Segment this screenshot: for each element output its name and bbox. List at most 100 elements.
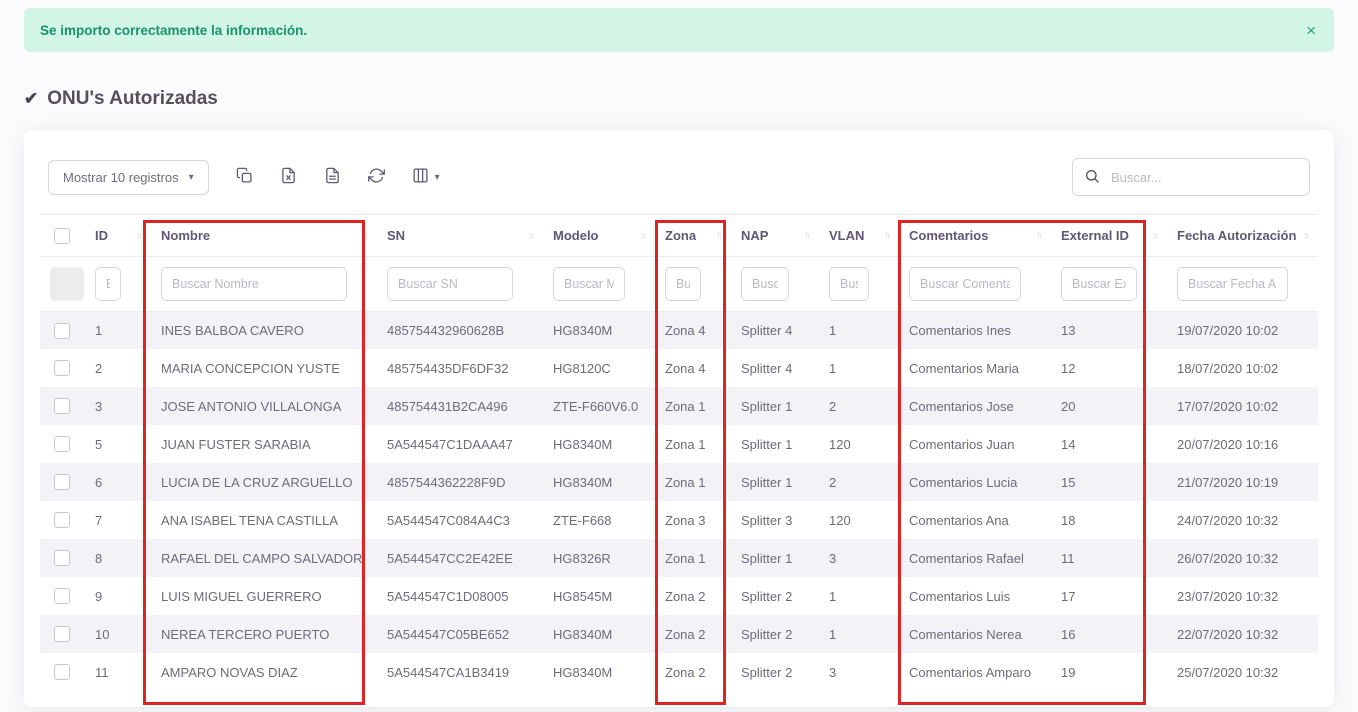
column-filter-cell: [85, 256, 151, 311]
table-row: 1 INES BALBOA CAVERO 485754432960628B HG…: [40, 311, 1318, 349]
column-header-modelo[interactable]: Modelo ↑↓: [543, 215, 655, 257]
filter-input-id[interactable]: [95, 267, 121, 301]
table-row: 9 LUIS MIGUEL GUERRERO 5A544547C1D08005 …: [40, 577, 1318, 615]
sort-icon[interactable]: ↑↓: [362, 230, 367, 240]
sort-icon[interactable]: ↑↓: [1036, 230, 1041, 240]
row-checkbox[interactable]: [54, 664, 70, 680]
row-checkbox[interactable]: [54, 474, 70, 490]
filter-input-modelo[interactable]: [553, 267, 625, 301]
row-checkbox[interactable]: [54, 323, 70, 339]
cell-fecha: 22/07/2020 10:32: [1167, 615, 1318, 653]
column-header-label: Comentarios: [909, 228, 988, 243]
table-head: ID ↑↓ Nombre ↑↓ SN ↑↓ Modelo ↑↓ Zona ↑↓ …: [40, 215, 1318, 312]
cell-comentarios: Comentarios Luis: [899, 577, 1051, 615]
success-alert: Se importo correctamente la información.…: [24, 8, 1334, 52]
column-header-label: Modelo: [553, 228, 599, 243]
cell-sn: 485754432960628B: [377, 311, 543, 349]
excel-export-icon: [280, 167, 297, 187]
sort-icon[interactable]: ↑↓: [136, 230, 141, 240]
row-checkbox-cell: [40, 577, 85, 615]
sort-icon[interactable]: ↑↓: [528, 230, 533, 240]
filter-input-zona[interactable]: [665, 267, 701, 301]
column-header-label: External ID: [1061, 228, 1129, 243]
cell-sn: 5A544547C1DAAA47: [377, 425, 543, 463]
row-checkbox-cell: [40, 311, 85, 349]
cell-id: 1: [85, 311, 151, 349]
sort-icon[interactable]: ↑↓: [1303, 230, 1308, 240]
cell-sn: 4857544362228F9D: [377, 463, 543, 501]
row-checkbox[interactable]: [54, 588, 70, 604]
search-input[interactable]: [1072, 158, 1310, 196]
table-row: 6 LUCIA DE LA CRUZ ARGUELLO 485754436222…: [40, 463, 1318, 501]
cell-nombre: RAFAEL DEL CAMPO SALVADOR: [151, 539, 377, 577]
column-filter-cell: [899, 256, 1051, 311]
filter-input-nap[interactable]: [741, 267, 789, 301]
column-header-sn[interactable]: SN ↑↓: [377, 215, 543, 257]
cell-external-id: 18: [1051, 501, 1167, 539]
filter-input-fecha[interactable]: [1177, 267, 1288, 301]
filter-input-external_id[interactable]: [1061, 267, 1137, 301]
cell-nombre: MARIA CONCEPCION YUSTE: [151, 349, 377, 387]
refresh-button[interactable]: [368, 167, 385, 187]
column-header-zona[interactable]: Zona ↑↓: [655, 215, 731, 257]
filter-input-sn[interactable]: [387, 267, 513, 301]
cell-external-id: 20: [1051, 387, 1167, 425]
row-checkbox[interactable]: [54, 512, 70, 528]
sort-icon[interactable]: ↑↓: [640, 230, 645, 240]
row-checkbox[interactable]: [54, 398, 70, 414]
filter-input-comentarios[interactable]: [909, 267, 1021, 301]
cell-comentarios: Comentarios Ines: [899, 311, 1051, 349]
filter-row: [40, 256, 1318, 311]
column-filter-cell: [151, 256, 377, 311]
sort-icon[interactable]: ↑↓: [884, 230, 889, 240]
row-checkbox[interactable]: [54, 626, 70, 642]
filter-input-vlan[interactable]: [829, 267, 869, 301]
alert-close-button[interactable]: ×: [1306, 22, 1316, 39]
cell-fecha: 24/07/2020 10:32: [1167, 501, 1318, 539]
length-menu-button[interactable]: Mostrar 10 registros ▾: [48, 160, 209, 195]
cell-zona: Zona 2: [655, 653, 731, 691]
check-icon: ✔: [24, 89, 38, 109]
cell-sn: 485754435DF6DF32: [377, 349, 543, 387]
column-header-external_id[interactable]: External ID ↑↓: [1051, 215, 1167, 257]
sort-icon[interactable]: ↑↓: [716, 230, 721, 240]
length-menu-label: Mostrar 10 registros: [63, 170, 179, 185]
copy-button[interactable]: [236, 167, 253, 187]
column-filter-cell: [819, 256, 899, 311]
cell-zona: Zona 2: [655, 615, 731, 653]
file-export-button[interactable]: [324, 167, 341, 187]
column-header-comentarios[interactable]: Comentarios ↑↓: [899, 215, 1051, 257]
refresh-icon: [368, 167, 385, 187]
cell-comentarios: Comentarios Amparo: [899, 653, 1051, 691]
cell-sn: 485754431B2CA496: [377, 387, 543, 425]
row-checkbox[interactable]: [54, 360, 70, 376]
sort-icon[interactable]: ↑↓: [804, 230, 809, 240]
cell-sn: 5A544547C084A4C3: [377, 501, 543, 539]
cell-nap: Splitter 2: [731, 615, 819, 653]
sort-icon[interactable]: ↑↓: [1152, 230, 1157, 240]
columns-visibility-button[interactable]: ▾: [412, 167, 440, 187]
cell-zona: Zona 1: [655, 463, 731, 501]
excel-export-button[interactable]: [280, 167, 297, 187]
cell-modelo: HG8340M: [543, 653, 655, 691]
cell-vlan: 120: [819, 425, 899, 463]
row-checkbox[interactable]: [54, 436, 70, 452]
cell-external-id: 15: [1051, 463, 1167, 501]
cell-comentarios: Comentarios Rafael: [899, 539, 1051, 577]
cell-fecha: 26/07/2020 10:32: [1167, 539, 1318, 577]
global-search: [1072, 158, 1310, 196]
caret-down-icon: ▾: [189, 172, 194, 183]
cell-nap: Splitter 1: [731, 463, 819, 501]
column-header-label: Zona: [665, 228, 696, 243]
column-header-label: ID: [95, 228, 108, 243]
column-header-id[interactable]: ID ↑↓: [85, 215, 151, 257]
column-header-vlan[interactable]: VLAN ↑↓: [819, 215, 899, 257]
column-header-nombre[interactable]: Nombre ↑↓: [151, 215, 377, 257]
select-all-checkbox[interactable]: [54, 228, 70, 244]
column-header-fecha[interactable]: Fecha Autorización ↑↓: [1167, 215, 1318, 257]
filter-input-nombre[interactable]: [161, 267, 347, 301]
table-row: 2 MARIA CONCEPCION YUSTE 485754435DF6DF3…: [40, 349, 1318, 387]
row-checkbox[interactable]: [54, 550, 70, 566]
cell-fecha: 23/07/2020 10:32: [1167, 577, 1318, 615]
column-header-nap[interactable]: NAP ↑↓: [731, 215, 819, 257]
